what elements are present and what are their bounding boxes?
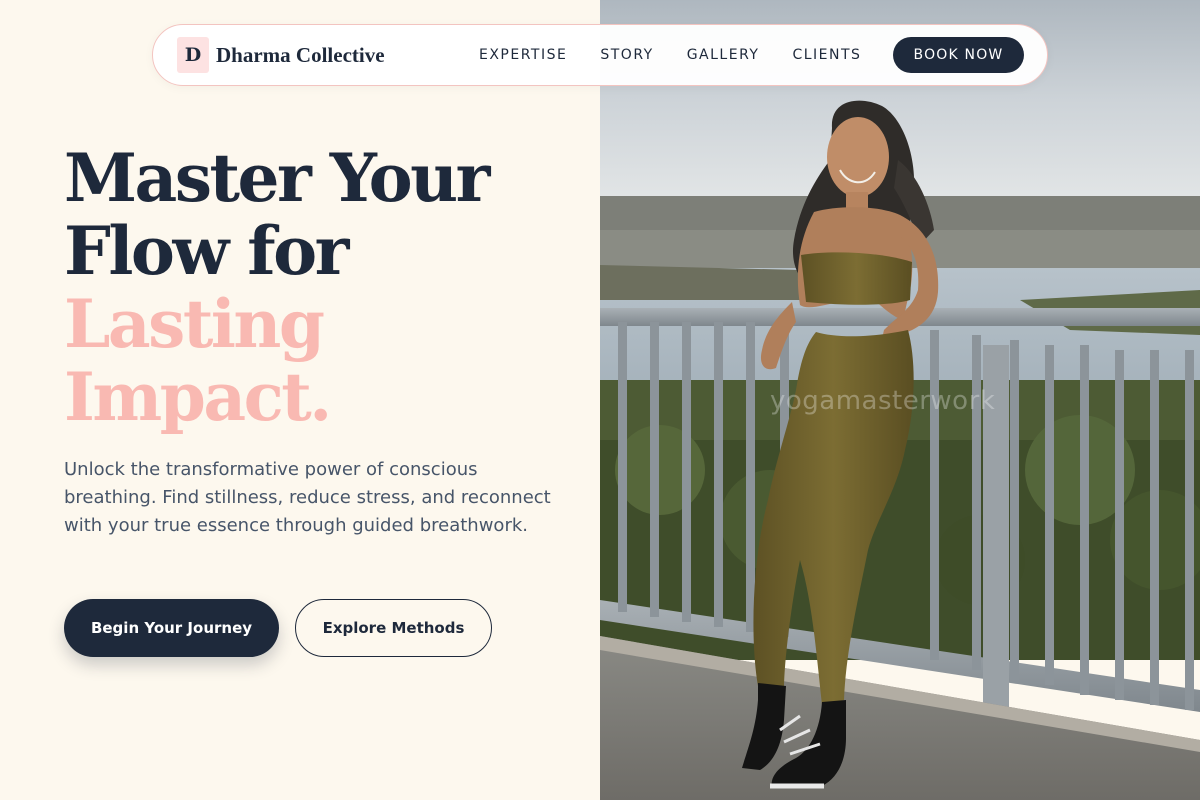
nav-link-expertise[interactable]: EXPERTISE xyxy=(479,47,567,63)
hero-subtitle: Unlock the transformative power of consc… xyxy=(64,459,551,536)
nav-link-gallery[interactable]: GALLERY xyxy=(687,47,760,63)
brand-name[interactable]: Dharma Collective xyxy=(216,43,385,68)
nav-links: EXPERTISE STORY GALLERY CLIENTS xyxy=(479,25,894,85)
hero-heading-line-2: Flow for xyxy=(64,212,349,290)
photo-watermark: yogamasterwork xyxy=(770,386,996,416)
begin-journey-button[interactable]: Begin Your Journey xyxy=(64,599,279,657)
hero-heading-line-1: Master Your xyxy=(64,139,490,217)
logo-mark[interactable]: D xyxy=(177,37,209,73)
book-now-button[interactable]: BOOK NOW xyxy=(893,37,1024,73)
nav-link-clients[interactable]: CLIENTS xyxy=(792,47,861,63)
hero-heading: Master Your Flow for Lasting Impact. xyxy=(64,139,490,436)
hero-heading-accent-line-2: Impact. xyxy=(64,358,332,436)
top-nav: D Dharma Collective EXPERTISE STORY GALL… xyxy=(152,24,1048,86)
hero-heading-accent-line-1: Lasting xyxy=(64,285,325,363)
nav-link-story[interactable]: STORY xyxy=(600,47,653,63)
explore-methods-button[interactable]: Explore Methods xyxy=(295,599,492,657)
